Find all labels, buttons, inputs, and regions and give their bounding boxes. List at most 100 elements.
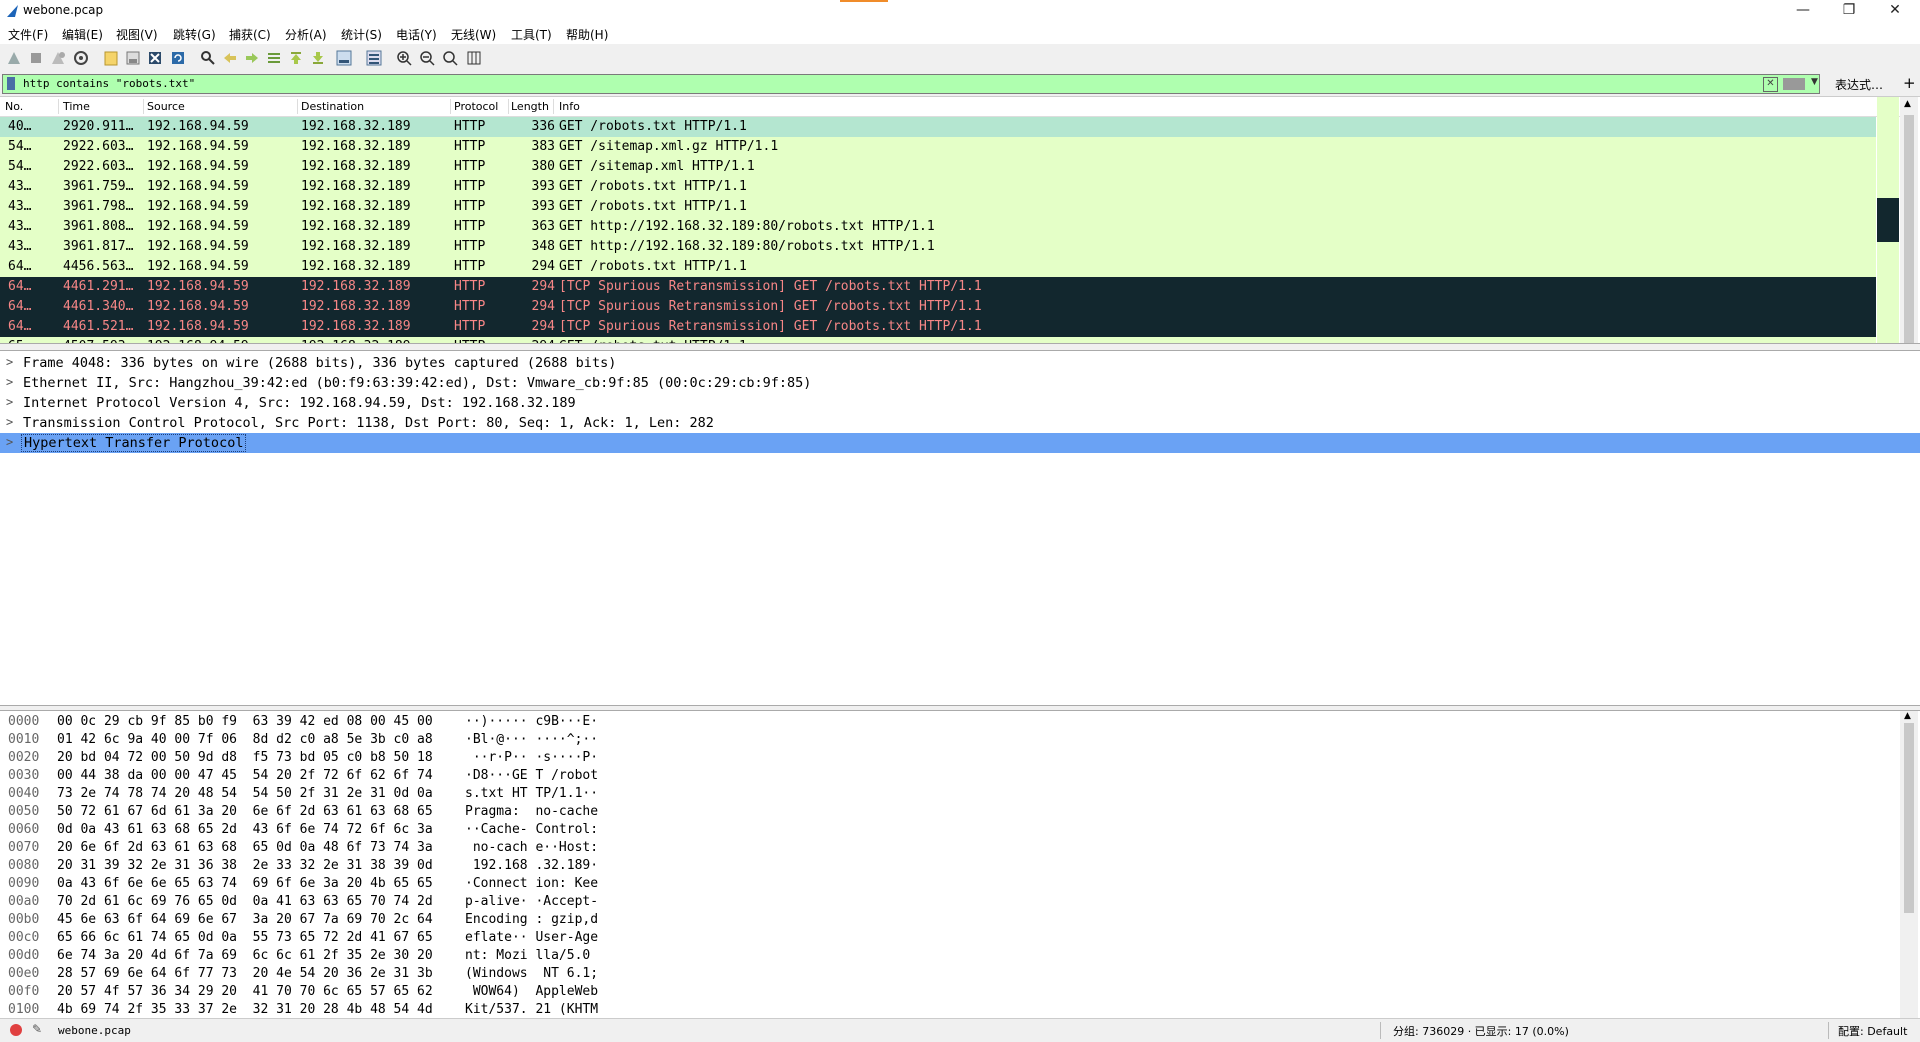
detail-ipv4[interactable]: > Internet Protocol Version 4, Src: 192.1… xyxy=(0,393,1920,413)
first-packet-icon[interactable] xyxy=(288,50,304,66)
packet-row[interactable]: 43… 3961.759… 192.168.94.59 192.168.32.189 H… xyxy=(0,177,1876,197)
go-forward-icon[interactable] xyxy=(244,50,260,66)
minimize-button[interactable]: — xyxy=(1780,0,1826,22)
column-header-destination[interactable]: Destination xyxy=(301,100,364,113)
packet-minimap[interactable] xyxy=(1877,97,1899,343)
byte-hex: 65 66 6c 61 74 65 0d 0a 55 73 65 72 2d 4… xyxy=(57,930,433,945)
menu-edit[interactable]: 编辑(E) xyxy=(62,26,103,43)
cell-info: [TCP Spurious Retransmission] GET /robot… xyxy=(559,279,982,294)
scroll-up-icon[interactable]: ▲ xyxy=(1904,711,1911,721)
packet-row[interactable]: 43… 3961.817… 192.168.94.59 192.168.32.189 H… xyxy=(0,237,1876,257)
filter-dropdown-icon[interactable]: ▼ xyxy=(1811,77,1818,87)
filter-text[interactable]: http contains "robots.txt" xyxy=(23,77,195,90)
menu-tools[interactable]: 工具(T) xyxy=(511,26,552,43)
byte-ascii: ·D8···GE T /robot xyxy=(465,768,599,783)
reload-file-icon[interactable] xyxy=(170,50,186,66)
stop-capture-icon[interactable] xyxy=(28,50,44,66)
display-filter-input[interactable]: http contains "robots.txt" ✕ ▼ xyxy=(2,74,1820,94)
expand-arrow-icon[interactable]: > xyxy=(6,375,13,389)
cell-length: 294 xyxy=(531,259,555,274)
menu-help[interactable]: 帮助(H) xyxy=(566,26,608,43)
packet-row[interactable]: 64… 4461.340… 192.168.94.59 192.168.32.189 H… xyxy=(0,297,1876,317)
capture-status-icon[interactable] xyxy=(10,1024,22,1036)
expression-button[interactable]: 表达式… xyxy=(1835,76,1883,93)
menu-capture[interactable]: 捕获(C) xyxy=(229,26,271,43)
cell-protocol: HTTP xyxy=(454,239,486,254)
cell-source: 192.168.94.59 xyxy=(147,299,249,314)
byte-ascii: nt: Mozi lla/5.0 xyxy=(465,948,599,963)
column-header-time[interactable]: Time xyxy=(63,100,90,113)
resize-columns-icon[interactable] xyxy=(466,50,482,66)
start-capture-icon[interactable] xyxy=(6,50,22,66)
expand-arrow-icon[interactable]: > xyxy=(6,435,13,449)
byte-offset: 0000 xyxy=(8,714,40,729)
expand-arrow-icon[interactable]: > xyxy=(6,355,13,369)
packet-row[interactable]: 40… 2920.911… 192.168.94.59 192.168.32.189 H… xyxy=(0,117,1876,137)
cell-time: 4461.521… xyxy=(63,319,134,334)
cell-info: GET /sitemap.xml HTTP/1.1 xyxy=(559,159,755,174)
zoom-in-icon[interactable] xyxy=(396,50,412,66)
menu-wireless[interactable]: 无线(W) xyxy=(451,26,496,43)
packet-row[interactable]: 64… 4456.563… 192.168.94.59 192.168.32.189 H… xyxy=(0,257,1876,277)
packet-list-scrollbar[interactable]: ▲ xyxy=(1900,97,1918,343)
close-window-button[interactable]: ✕ xyxy=(1872,0,1918,22)
auto-scroll-icon[interactable] xyxy=(336,50,352,66)
menu-statistics[interactable]: 统计(S) xyxy=(341,26,382,43)
menu-view[interactable]: 视图(V) xyxy=(116,26,158,43)
cell-length: 294 xyxy=(513,339,555,343)
restore-button[interactable]: ❐ xyxy=(1826,0,1872,22)
column-header-protocol[interactable]: Protocol xyxy=(454,100,498,113)
open-file-icon[interactable] xyxy=(103,50,119,66)
menu-go[interactable]: 跳转(G) xyxy=(173,26,216,43)
add-filter-button[interactable]: + xyxy=(1903,74,1916,92)
close-file-icon[interactable] xyxy=(147,50,163,66)
cell-info: GET /sitemap.xml.gz HTTP/1.1 xyxy=(559,139,779,154)
packet-row[interactable]: 54… 2922.603… 192.168.94.59 192.168.32.189 H… xyxy=(0,157,1876,177)
column-header-no[interactable]: No. xyxy=(5,100,23,113)
detail-http[interactable]: > Hypertext Transfer Protocol xyxy=(0,433,1920,453)
byte-ascii: s.txt HT TP/1.1·· xyxy=(465,786,599,801)
last-packet-icon[interactable] xyxy=(310,50,326,66)
colorize-icon[interactable] xyxy=(366,50,382,66)
packet-row[interactable]: 65… 4507.593… 192.168.94.59 192.168.32.189 H… xyxy=(0,337,1876,343)
detail-frame[interactable]: > Frame 4048: 336 bytes on wire (2688 bit… xyxy=(0,353,1920,373)
packet-row[interactable]: 64… 4461.291… 192.168.94.59 192.168.32.189 H… xyxy=(0,277,1876,297)
scroll-up-icon[interactable]: ▲ xyxy=(1904,99,1911,109)
column-header-length[interactable]: Length xyxy=(511,100,549,113)
filter-bookmark-icon[interactable] xyxy=(7,77,15,90)
edit-comment-icon[interactable]: ✎ xyxy=(32,1022,42,1036)
detail-ethernet[interactable]: > Ethernet II, Src: Hangzhou_39:42:ed (b0… xyxy=(0,373,1920,393)
go-to-packet-icon[interactable] xyxy=(266,50,282,66)
save-file-icon[interactable] xyxy=(125,50,141,66)
zoom-out-icon[interactable] xyxy=(419,50,435,66)
menu-telephony[interactable]: 电话(Y) xyxy=(396,26,437,43)
detail-tcp[interactable]: > Transmission Control Protocol, Src Port… xyxy=(0,413,1920,433)
clear-filter-icon[interactable]: ✕ xyxy=(1763,77,1778,92)
menu-analyze[interactable]: 分析(A) xyxy=(285,26,327,43)
expand-arrow-icon[interactable]: > xyxy=(6,395,13,409)
restart-capture-icon[interactable] xyxy=(50,50,66,66)
packet-row[interactable]: 43… 3961.808… 192.168.94.59 192.168.32.189 H… xyxy=(0,217,1876,237)
expand-arrow-icon[interactable]: > xyxy=(6,415,13,429)
packet-row[interactable]: 43… 3961.798… 192.168.94.59 192.168.32.189 H… xyxy=(0,197,1876,217)
apply-filter-icon[interactable] xyxy=(1783,78,1805,90)
cell-source: 192.168.94.59 xyxy=(147,119,249,134)
go-back-icon[interactable] xyxy=(222,50,238,66)
scrollbar-thumb[interactable] xyxy=(1904,115,1914,343)
normal-size-icon[interactable] xyxy=(442,50,458,66)
column-header-info[interactable]: Info xyxy=(559,100,580,113)
bytes-scrollbar[interactable]: ▲ xyxy=(1900,711,1918,1018)
scrollbar-thumb[interactable] xyxy=(1904,723,1914,913)
cell-protocol: HTTP xyxy=(454,259,486,274)
cell-length: 294 xyxy=(531,279,555,294)
profile-status[interactable]: 配置: Default xyxy=(1838,1023,1907,1039)
column-header-source[interactable]: Source xyxy=(147,100,185,113)
capture-options-icon[interactable] xyxy=(73,50,89,66)
menu-file[interactable]: 文件(F) xyxy=(8,26,48,43)
packet-details: > Frame 4048: 336 bytes on wire (2688 bit… xyxy=(0,350,1920,706)
find-packet-icon[interactable] xyxy=(200,50,216,66)
cell-no: 43… xyxy=(8,239,32,254)
packet-row[interactable]: 54… 2922.603… 192.168.94.59 192.168.32.189 H… xyxy=(0,137,1876,157)
byte-hex: 20 6e 6f 2d 63 61 63 68 65 0d 0a 48 6f 7… xyxy=(57,840,433,855)
packet-row[interactable]: 64… 4461.521… 192.168.94.59 192.168.32.189 H… xyxy=(0,317,1876,337)
